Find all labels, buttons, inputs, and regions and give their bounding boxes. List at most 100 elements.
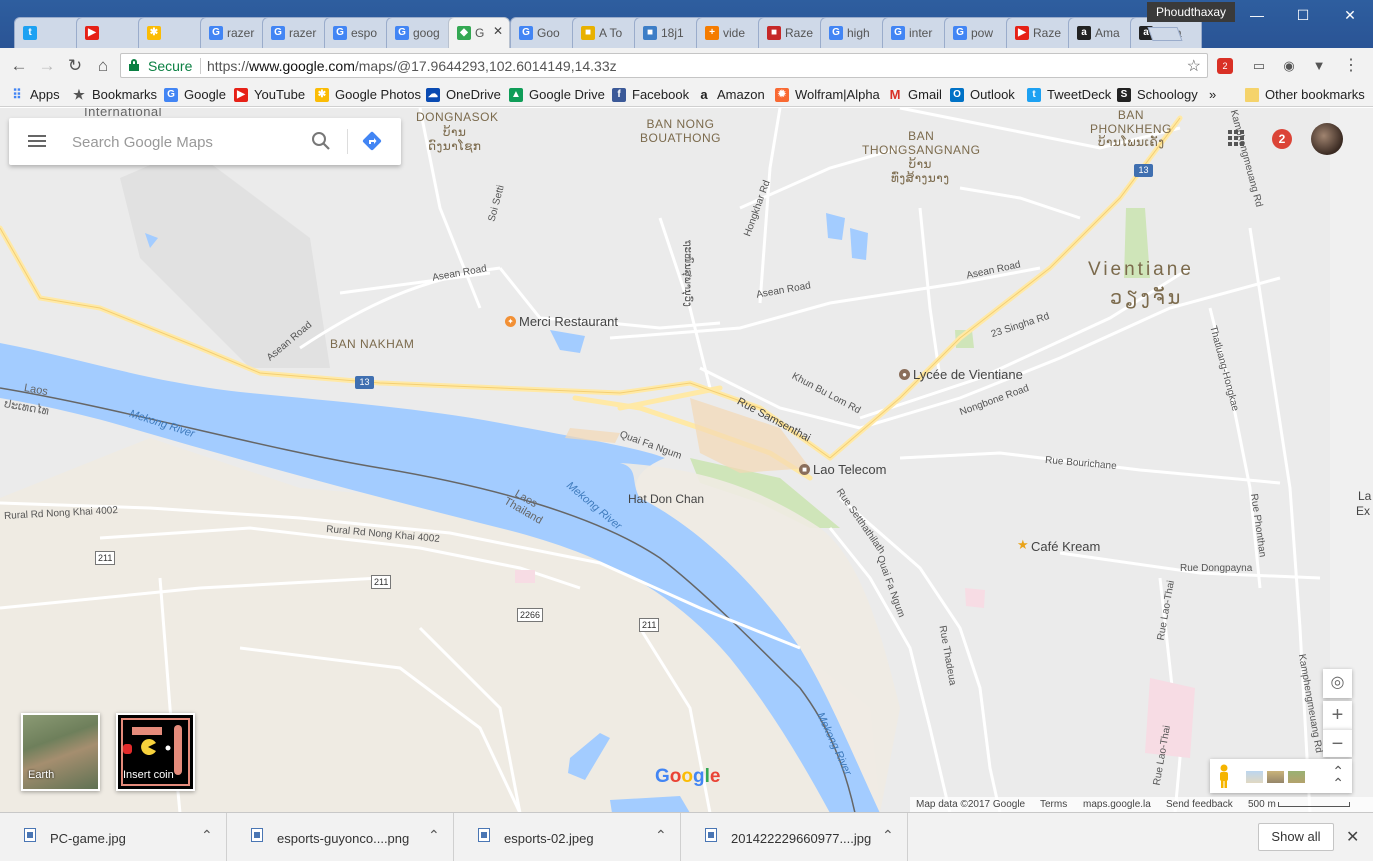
earth-label: Earth <box>28 769 55 781</box>
profile-name[interactable]: Phoudthaxay <box>1147 2 1236 22</box>
label-la-1: La <box>1358 489 1372 503</box>
poi-lao-telecom[interactable]: ■ Lao Telecom <box>799 462 886 477</box>
search-icon[interactable] <box>311 131 331 151</box>
new-tab-button[interactable] <box>1147 27 1183 41</box>
download-filename: esports-02.jpeg <box>504 831 594 846</box>
bookmark-google[interactable]: G Google <box>164 87 226 103</box>
amazon-icon: a <box>1077 26 1091 40</box>
home-button[interactable]: ⌂ <box>91 54 115 78</box>
bookmark-bookmarks[interactable]: ★ Bookmarks <box>72 87 157 103</box>
show-all-button[interactable]: Show all <box>1258 823 1334 851</box>
tab-label: Raze <box>785 26 814 40</box>
bookmark-facebook[interactable]: f Facebook <box>612 87 689 103</box>
site-icon: ■ <box>581 26 595 40</box>
close-tab-icon[interactable]: ✕ <box>493 24 503 38</box>
imagery-thumb-icon[interactable] <box>1288 771 1305 783</box>
imagery-thumb-icon[interactable] <box>1246 771 1263 783</box>
url-text[interactable]: https://www.google.com/maps/@17.9644293,… <box>207 58 617 74</box>
google-icon: G <box>519 26 533 40</box>
chevron-up-icon[interactable]: ⌃ <box>201 827 213 844</box>
menu-icon[interactable] <box>28 135 46 147</box>
bookmark-gmail[interactable]: M Gmail <box>888 87 942 103</box>
poi-lycee-de-vientiane[interactable]: ● Lycée de Vientiane <box>899 367 1023 382</box>
terms-link[interactable]: Terms <box>1040 799 1067 810</box>
domain-link[interactable]: maps.google.la <box>1083 799 1151 810</box>
extension-badge-icon[interactable]: 2 <box>1217 58 1233 74</box>
schoology-icon: S <box>1117 88 1131 102</box>
maximize-button[interactable]: ☐ <box>1286 4 1320 26</box>
apps-grid-icon[interactable] <box>1228 130 1244 146</box>
scale-bar[interactable] <box>1278 802 1350 807</box>
extension-icon[interactable]: ◉ <box>1279 56 1299 76</box>
google-icon: G <box>333 26 347 40</box>
youtube-icon: ▶ <box>234 88 248 102</box>
close-window-button[interactable]: ✕ <box>1333 4 1367 26</box>
pacman-layer-button[interactable]: Insert coin <box>116 713 195 791</box>
bookmark-outlook[interactable]: O Outlook <box>950 87 1015 103</box>
download-shelf: PC-game.jpg ⌃ esports-guyonco....png ⌃ esp… <box>0 812 1373 861</box>
chevron-up-icon[interactable]: ⌃ ⌃ <box>1332 764 1344 790</box>
bookmark-onedrive[interactable]: ☁ OneDrive <box>426 87 501 103</box>
label-vientiane: Vientiane <box>1088 259 1194 280</box>
minimize-button[interactable]: — <box>1240 4 1274 26</box>
bookmark-schoology[interactable]: S Schoology <box>1117 87 1198 103</box>
download-item[interactable]: PC-game.jpg ⌃ <box>0 813 227 861</box>
scale-label[interactable]: 500 m <box>1248 799 1276 810</box>
bookmark-google-drive[interactable]: ▲ Google Drive <box>509 87 605 103</box>
bookmark-youtube[interactable]: ▶ YouTube <box>234 87 305 103</box>
download-item[interactable]: esports-guyonco....png ⌃ <box>227 813 454 861</box>
download-item[interactable]: 201422229660977....jpg ⌃ <box>681 813 908 861</box>
earth-layer-button[interactable]: Earth <box>21 713 100 791</box>
menu-dots-icon[interactable]: ⋮ <box>1341 56 1361 76</box>
bookmark-amazon[interactable]: a Amazon <box>697 87 764 103</box>
directions-icon[interactable] <box>362 131 382 151</box>
forward-button[interactable]: → <box>35 54 59 78</box>
close-shelf-icon[interactable]: ✕ <box>1346 827 1359 847</box>
search-input[interactable] <box>72 131 302 153</box>
label-ban-nong-bouathong: BAN NONG BOUATHONG <box>640 117 721 145</box>
drive-icon: ▲ <box>509 88 523 102</box>
chevron-up-icon[interactable]: ⌃ <box>882 827 894 844</box>
google-logo-letter: g <box>693 766 705 787</box>
chevron-up-icon[interactable]: ⌃ <box>655 827 667 844</box>
zoom-in-button[interactable]: + <box>1323 701 1352 729</box>
avatar[interactable] <box>1311 123 1343 155</box>
map-base <box>0 108 1373 813</box>
pegman-icon[interactable] <box>1218 764 1230 788</box>
bookmarks-overflow-button[interactable]: » <box>1209 87 1216 103</box>
cloud-icon: ☁ <box>426 88 440 102</box>
imagery-thumb-icon[interactable] <box>1267 771 1284 783</box>
tab-label: espo <box>351 26 378 40</box>
folder-icon <box>1245 88 1259 102</box>
download-filename: esports-guyonco....png <box>277 831 410 846</box>
other-bookmarks[interactable]: Other bookmarks <box>1245 87 1365 103</box>
chevron-up-icon[interactable]: ⌃ <box>428 827 440 844</box>
back-button[interactable]: ← <box>7 54 31 78</box>
search-divider <box>347 129 348 154</box>
reload-button[interactable]: ↻ <box>63 54 87 78</box>
star-icon: ★ <box>73 87 85 102</box>
bookmark-wolfram-alpha[interactable]: ✹ Wolfram|Alpha <box>775 87 880 103</box>
bookmark-star-icon[interactable]: ☆ <box>1187 56 1201 76</box>
road-dongpayna: Rue Dongpayna <box>1180 563 1253 574</box>
zoom-out-button[interactable]: − <box>1323 729 1352 757</box>
extension-shield-icon[interactable]: ▼ <box>1309 56 1329 76</box>
map-canvas[interactable]: International DONGNASOK ບ້ານ ດົງນາໂຊກ BA… <box>0 108 1373 813</box>
bookmark-tweetdeck[interactable]: t TweetDeck <box>1027 87 1111 103</box>
bookmark-apps[interactable]: ⠿ Apps <box>10 87 59 103</box>
notifications-badge[interactable]: 2 <box>1272 129 1292 149</box>
tab[interactable]: ◆ G ✕ <box>448 17 510 48</box>
poi-cafe-kream[interactable]: ★ Café Kream <box>1017 538 1100 554</box>
download-item[interactable]: esports-02.jpeg ⌃ <box>454 813 681 861</box>
tab-label: high <box>847 26 870 40</box>
cast-icon[interactable]: ▭ <box>1249 56 1269 76</box>
site-icon: ■ <box>643 26 657 40</box>
bookmark-google-photos[interactable]: ✱ Google Photos <box>315 87 421 103</box>
tab-label: Ama <box>1095 26 1120 40</box>
label-vientiane-lao: ວຽງຈັນ <box>1110 288 1184 309</box>
send-feedback-link[interactable]: Send feedback <box>1166 799 1233 810</box>
tab-label: A To <box>599 26 623 40</box>
my-location-icon[interactable]: ◎ <box>1323 669 1352 698</box>
address-bar[interactable]: Secure https://www.google.com/maps/@17.9… <box>120 53 1208 78</box>
poi-merci-restaurant[interactable]: ✦ Merci Restaurant <box>505 314 618 329</box>
